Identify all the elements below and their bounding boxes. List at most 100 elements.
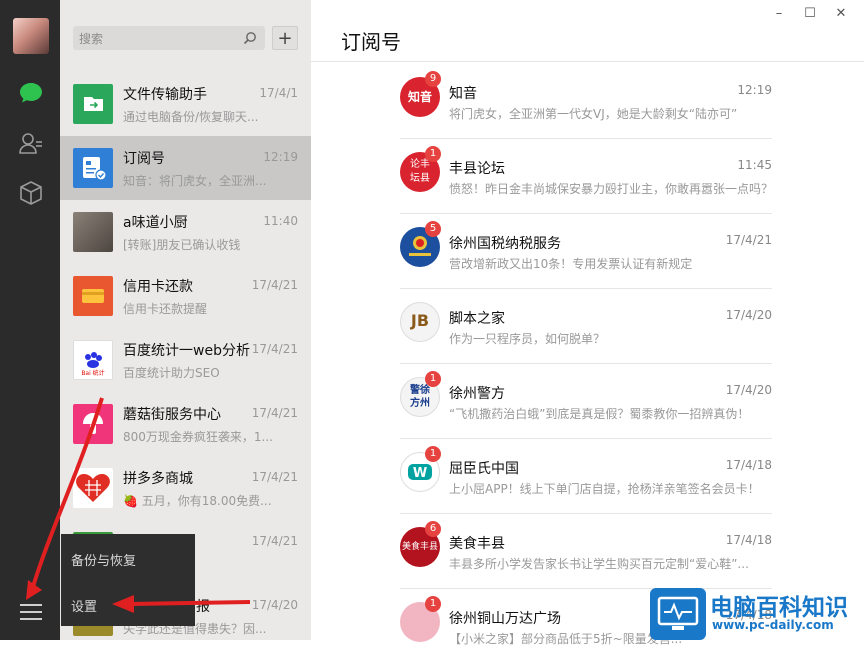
account-name: 屈臣氏中国 bbox=[449, 461, 519, 477]
chat-preview: 信用卡还款提醒 bbox=[123, 302, 208, 316]
chat-item[interactable]: 订阅号 12:19 知音：将门虎女，全亚洲... bbox=[60, 136, 311, 200]
account-name: 知音 bbox=[449, 86, 477, 102]
article-time: 11:45 bbox=[737, 158, 772, 172]
unread-badge: 1 bbox=[425, 596, 441, 612]
menu-icon[interactable] bbox=[20, 604, 42, 622]
chat-title: a味道小厨 bbox=[123, 215, 188, 231]
unread-badge: 5 bbox=[425, 221, 441, 237]
chat-icon[interactable] bbox=[18, 80, 44, 106]
article-preview: “飞机撒药治白蛾”到底是真是假？蜀黍教你一招辨真伪！ bbox=[449, 407, 750, 421]
chat-time: 17/4/21 bbox=[251, 278, 298, 292]
pinduoduo-logo bbox=[73, 468, 113, 508]
account-logo: JB bbox=[400, 302, 440, 342]
search-input[interactable]: 搜索 bbox=[73, 26, 265, 50]
add-button[interactable]: + bbox=[272, 26, 298, 50]
chat-item[interactable]: 信用卡还款 17/4/21 信用卡还款提醒 bbox=[60, 264, 311, 328]
chat-title: 订阅号 bbox=[123, 151, 165, 167]
article-item[interactable]: JB 脚本之家 17/4/20 作为一只程序员，如何脱单？ bbox=[400, 288, 772, 364]
maximize-icon[interactable]: ☐ bbox=[802, 6, 818, 22]
chat-time: 17/4/21 bbox=[251, 342, 298, 356]
close-icon[interactable]: ✕ bbox=[833, 6, 849, 22]
monitor-icon bbox=[650, 588, 706, 640]
contacts-icon[interactable] bbox=[18, 130, 44, 156]
article-preview: 作为一只程序员，如何脱单？ bbox=[449, 332, 606, 346]
chat-title: 蘑菇街服务中心 bbox=[123, 407, 221, 423]
article-time: 17/4/20 bbox=[725, 383, 772, 397]
panel-header: 订阅号 – ☐ ✕ bbox=[311, 0, 864, 62]
article-preview: 丰县多所小学发告家长书让学生购买百元定制“爱心鞋”... bbox=[449, 557, 749, 571]
backup-restore-menu-item[interactable]: 备份与恢复 bbox=[71, 550, 136, 569]
chat-time: 17/4/21 bbox=[251, 470, 298, 484]
unread-badge: 1 bbox=[425, 146, 441, 162]
watermark-title: 电脑百科知识 bbox=[710, 595, 848, 621]
chat-time: 17/4/21 bbox=[251, 534, 298, 548]
unread-badge: 6 bbox=[425, 521, 441, 537]
file-transfer-icon bbox=[73, 84, 113, 124]
settings-popup-menu: 备份与恢复 设置 bbox=[61, 534, 195, 626]
chat-time: 12:19 bbox=[263, 150, 298, 164]
article-preview: 愤怒！昨日金丰尚城保安暴力殴打业主，你敢再嚣张一点吗？ bbox=[449, 182, 771, 196]
article-preview: 上小屈APP！线上下单门店自提，抢杨洋亲笔签名会员卡！ bbox=[449, 482, 760, 496]
page-title: 订阅号 bbox=[341, 30, 401, 54]
chat-time: 11:40 bbox=[263, 214, 298, 228]
sidebar bbox=[0, 0, 60, 640]
article-item[interactable]: 5 徐州国税纳税服务 17/4/21 营改增新政又出10条！专用发票认证有新规定 bbox=[400, 213, 772, 289]
chat-title: 百度统计一web分析 bbox=[123, 343, 250, 359]
watermark-logo: 电脑百科知识 www.pc-daily.com bbox=[650, 582, 864, 640]
avatar[interactable] bbox=[13, 18, 49, 54]
chat-title: 报 bbox=[196, 599, 210, 615]
unread-badge: 1 bbox=[425, 371, 441, 387]
chat-time: 17/4/21 bbox=[251, 406, 298, 420]
account-name: 徐州警方 bbox=[449, 386, 505, 402]
chat-title: 拼多多商城 bbox=[123, 471, 193, 487]
collection-box-icon[interactable] bbox=[18, 180, 44, 206]
chat-preview: 百度统计助力SEO bbox=[123, 366, 220, 380]
article-preview: 将门虎女，全亚洲第一代女VJ，她是大龄剩女“陆亦可” bbox=[449, 107, 738, 121]
chat-time: 17/4/1 bbox=[259, 86, 298, 100]
minimize-icon[interactable]: – bbox=[771, 6, 787, 22]
chat-item[interactable]: 蘑菇街服务中心 17/4/21 800万现金券疯狂袭来，1... bbox=[60, 392, 311, 456]
chat-time: 17/4/20 bbox=[251, 598, 298, 612]
watermark-url: www.pc-daily.com bbox=[712, 618, 834, 632]
unread-badge: 9 bbox=[425, 71, 441, 87]
svg-text:Bai 统计: Bai 统计 bbox=[81, 369, 104, 377]
chef-avatar bbox=[73, 212, 113, 252]
chat-preview: 通过电脑备份/恢复聊天... bbox=[123, 110, 259, 124]
unread-badge: 1 bbox=[425, 446, 441, 462]
subscription-icon bbox=[73, 148, 113, 188]
search-placeholder: 搜索 bbox=[79, 32, 104, 46]
baidu-stats-logo: Bai 统计 bbox=[73, 340, 113, 380]
article-item[interactable]: 警徐 方州 1 徐州警方 17/4/20 “飞机撒药治白蛾”到底是真是假？蜀黍教你… bbox=[400, 363, 772, 439]
account-name: 丰县论坛 bbox=[449, 161, 505, 177]
article-preview: 营改增新政又出10条！专用发票认证有新规定 bbox=[449, 257, 693, 271]
account-name: 美食丰县 bbox=[449, 536, 505, 552]
chat-preview: 🍓 五月，你有18.00免费... bbox=[123, 494, 272, 508]
settings-menu-item[interactable]: 设置 bbox=[71, 596, 97, 615]
article-preview: 【小米之家】部分商品低于5折~限量发售... bbox=[449, 632, 683, 646]
chat-preview: [转账]朋友已确认收钱 bbox=[123, 238, 241, 252]
chat-preview: 知音：将门虎女，全亚洲... bbox=[123, 174, 267, 188]
article-item[interactable]: 论丰 坛县 1 丰县论坛 11:45 愤怒！昨日金丰尚城保安暴力殴打业主，你敢再嚣… bbox=[400, 138, 772, 214]
svg-text:W: W bbox=[413, 466, 427, 481]
subscription-panel: 订阅号 – ☐ ✕ 知音 9 知音 12:19 将门虎女，全亚洲第一代女VJ，她… bbox=[311, 0, 864, 646]
chat-preview: 800万现金券疯狂袭来，1... bbox=[123, 430, 273, 444]
mogujie-logo bbox=[73, 404, 113, 444]
chat-item[interactable]: a味道小厨 11:40 [转账]朋友已确认收钱 bbox=[60, 200, 311, 264]
chat-item[interactable]: Bai 统计 百度统计一web分析 17/4/21 百度统计助力SEO bbox=[60, 328, 311, 392]
article-time: 17/4/20 bbox=[725, 308, 772, 322]
article-item[interactable]: 知音 9 知音 12:19 将门虎女，全亚洲第一代女VJ，她是大龄剩女“陆亦可” bbox=[400, 63, 772, 139]
account-name: 徐州铜山万达广场 bbox=[449, 611, 561, 627]
chat-title: 信用卡还款 bbox=[123, 279, 193, 295]
article-time: 17/4/21 bbox=[725, 233, 772, 247]
account-name: 徐州国税纳税服务 bbox=[449, 236, 561, 252]
chat-item[interactable]: 文件传输助手 17/4/1 通过电脑备份/恢复聊天... bbox=[60, 72, 311, 136]
chat-item[interactable]: 拼多多商城 17/4/21 🍓 五月，你有18.00免费... bbox=[60, 456, 311, 520]
article-item[interactable]: W 1 屈臣氏中国 17/4/18 上小屈APP！线上下单门店自提，抢杨洋亲笔签… bbox=[400, 438, 772, 514]
article-time: 12:19 bbox=[737, 83, 772, 97]
article-item[interactable]: 美食丰县 6 美食丰县 17/4/18 丰县多所小学发告家长书让学生购买百元定制… bbox=[400, 513, 772, 589]
chat-title: 文件传输助手 bbox=[123, 87, 207, 103]
article-time: 17/4/18 bbox=[725, 458, 772, 472]
search-icon[interactable] bbox=[243, 31, 257, 45]
account-name: 脚本之家 bbox=[449, 311, 505, 327]
article-time: 17/4/18 bbox=[725, 533, 772, 547]
